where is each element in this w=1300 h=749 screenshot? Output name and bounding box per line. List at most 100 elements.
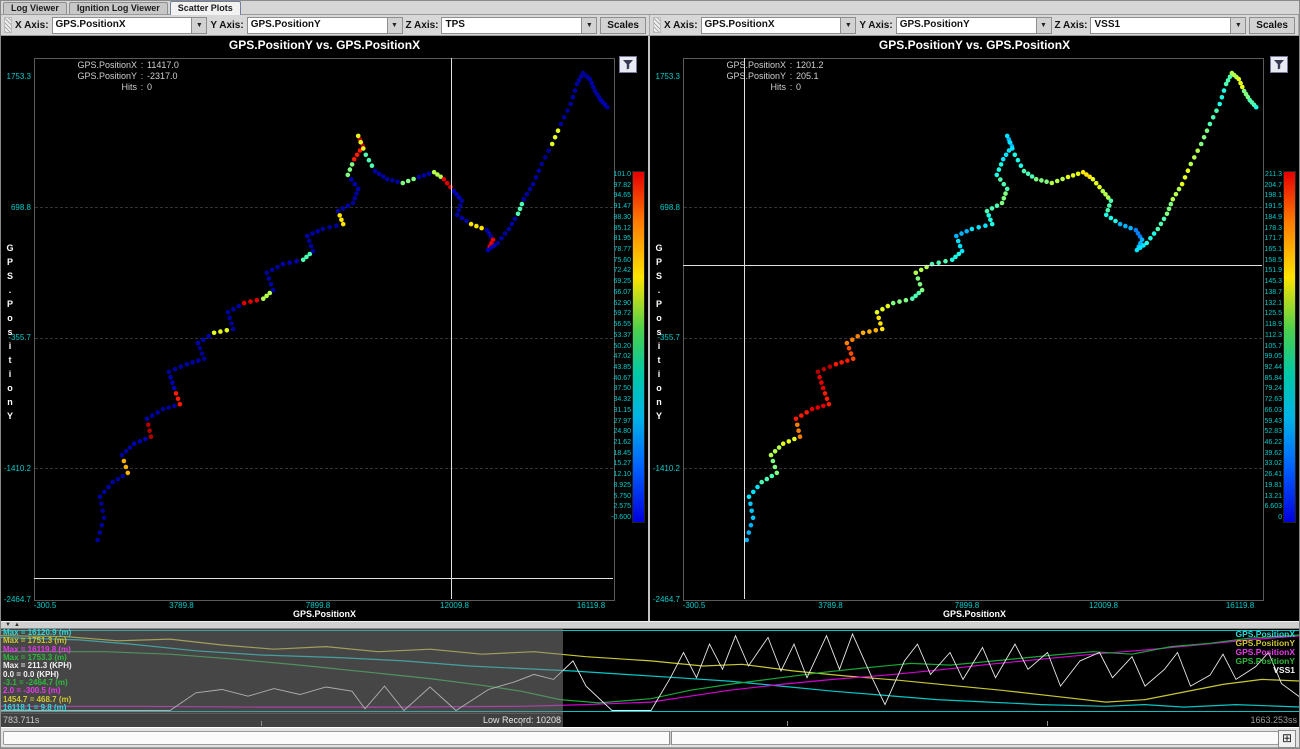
crosshair-vertical bbox=[744, 58, 745, 599]
toolbar-left-chart: X Axis: GPS.PositionX ▼ Y Axis: GPS.Posi… bbox=[1, 15, 650, 35]
scatter-chart-right[interactable]: GPS.PositionY vs. GPS.PositionX 1753.3 698… bbox=[650, 36, 1299, 621]
colorbar-tick-label: 158.5 bbox=[1264, 257, 1282, 265]
scatter-chart-left[interactable]: GPS.PositionY vs. GPS.PositionX1753.3698… bbox=[1, 36, 650, 621]
colorbar-tick-label: 165.1 bbox=[1264, 246, 1282, 254]
legend-value-line: 16118.1 = 9.8 (m) bbox=[3, 704, 72, 712]
funnel-icon bbox=[1273, 59, 1285, 70]
tab-ignition-log-viewer[interactable]: Ignition Log Viewer bbox=[69, 2, 168, 14]
tab-scatter-plots[interactable]: Scatter Plots bbox=[170, 1, 241, 15]
colorbar-tick-label: 105.7 bbox=[1264, 343, 1282, 351]
end-time-label: 1663.253ss bbox=[1250, 715, 1297, 725]
z-axis-select[interactable]: TPS ▼ bbox=[441, 17, 597, 34]
tab-bar: Log Viewer Ignition Log Viewer Scatter P… bbox=[1, 1, 1299, 15]
y-axis-select[interactable]: GPS.PositionY ▼ bbox=[247, 17, 403, 34]
colorbar-tick-label: 40.67 bbox=[613, 375, 631, 383]
chevron-down-icon[interactable]: ▼ bbox=[840, 18, 855, 33]
y-tick-label: -2464.7 bbox=[1, 595, 31, 604]
y-tick-label: 698.8 bbox=[650, 203, 680, 212]
colorbar-tick-label: 37.50 bbox=[613, 385, 631, 393]
scrollbar-thumb-edge[interactable] bbox=[669, 731, 672, 745]
horizontal-scrollbar[interactable] bbox=[3, 731, 1279, 745]
x-axis-value: GPS.PositionX bbox=[53, 18, 192, 33]
colorbar-tick-label: 15.27 bbox=[613, 460, 631, 468]
toolbar-grip-icon[interactable] bbox=[653, 17, 661, 33]
tab-log-viewer[interactable]: Log Viewer bbox=[3, 2, 67, 14]
expand-up-icon[interactable]: ▲ bbox=[14, 622, 20, 628]
toolbar-row: X Axis: GPS.PositionX ▼ Y Axis: GPS.Posi… bbox=[1, 15, 1299, 36]
crosshair-vertical bbox=[451, 58, 452, 599]
colorbar-tick-label: 46.22 bbox=[1264, 439, 1282, 447]
time-tick bbox=[787, 721, 788, 726]
colorbar-tick-label: 56.55 bbox=[613, 321, 631, 329]
toolbar-right-chart: X Axis: GPS.PositionX ▼ Y Axis: GPS.Posi… bbox=[650, 15, 1299, 35]
colorbar-tick-label: 31.15 bbox=[613, 407, 631, 415]
colorbar-tick-label: 79.24 bbox=[1264, 385, 1282, 393]
y-tick-label: -1410.2 bbox=[1, 464, 31, 473]
scales-button[interactable]: Scales bbox=[600, 17, 646, 34]
scrollbar-row: ⊞ bbox=[1, 727, 1299, 747]
x-axis-label: X Axis: bbox=[664, 20, 698, 31]
colorbar-tick-label: 85.84 bbox=[1264, 375, 1282, 383]
colorbar-tick-label: 33.02 bbox=[1264, 460, 1282, 468]
funnel-icon bbox=[622, 59, 634, 70]
chevron-down-icon[interactable]: ▼ bbox=[387, 18, 402, 33]
colorbar-tick-label: 85.12 bbox=[613, 225, 631, 233]
colorbar bbox=[632, 171, 645, 523]
y-axis-value: GPS.PositionY bbox=[248, 18, 387, 33]
collapse-down-icon[interactable]: ▼ bbox=[5, 622, 11, 628]
filter-button[interactable] bbox=[619, 56, 637, 73]
colorbar-tick-label: 34.32 bbox=[613, 396, 631, 404]
low-record-label: Low Record: 10208 bbox=[1, 715, 561, 725]
x-axis-value: GPS.PositionX bbox=[702, 18, 841, 33]
colorbar-tick-label: 62.90 bbox=[613, 300, 631, 308]
colorbar-tick-label: 125.5 bbox=[1264, 310, 1282, 318]
y-tick-label: 698.8 bbox=[1, 203, 31, 212]
colorbar-tick-label: 97.82 bbox=[613, 182, 631, 190]
log-strip-chart[interactable]: Max = 16120.9 (m)Max = 1751.3 (m)Max = 1… bbox=[1, 629, 1299, 713]
colorbar bbox=[1283, 171, 1296, 523]
colorbar-tick-label: 47.02 bbox=[613, 353, 631, 361]
colorbar-tick-label: 18.45 bbox=[613, 450, 631, 458]
colorbar-tick-label: 59.72 bbox=[613, 310, 631, 318]
z-axis-value: VSS1 bbox=[1091, 18, 1230, 33]
colorbar-tick-label: 39.62 bbox=[1264, 450, 1282, 458]
colorbar-tick-label: 184.9 bbox=[1264, 214, 1282, 222]
toolbar-grip-icon[interactable] bbox=[4, 17, 12, 33]
colorbar-tick-label: 145.3 bbox=[1264, 278, 1282, 286]
colorbar-tick-label: 72.42 bbox=[613, 267, 631, 275]
colorbar-tick-label: 52.83 bbox=[1264, 428, 1282, 436]
y-tick-label: -2464.7 bbox=[650, 595, 680, 604]
chevron-down-icon[interactable]: ▼ bbox=[191, 18, 206, 33]
time-tick bbox=[1047, 721, 1048, 726]
scales-button[interactable]: Scales bbox=[1249, 17, 1295, 34]
y-axis-value: GPS.PositionY bbox=[897, 18, 1036, 33]
colorbar-tick-label: 21.62 bbox=[613, 439, 631, 447]
colorbar-tick-label: 91.47 bbox=[613, 203, 631, 211]
grid-view-button[interactable]: ⊞ bbox=[1278, 730, 1296, 748]
colorbar-tick-label: 151.9 bbox=[1264, 267, 1282, 275]
colorbar-tick-label: 27.97 bbox=[613, 418, 631, 426]
y-tick-label: 1753.3 bbox=[650, 72, 680, 81]
colorbar-tick-label: 94.65 bbox=[613, 192, 631, 200]
y-axis-select[interactable]: GPS.PositionY ▼ bbox=[896, 17, 1052, 34]
strip-legend-series: GPS.PositionXGPS.PositionYGPS.PositionXG… bbox=[1235, 630, 1295, 675]
z-axis-select[interactable]: VSS1 ▼ bbox=[1090, 17, 1246, 34]
chevron-down-icon[interactable]: ▼ bbox=[1036, 18, 1051, 33]
horizontal-splitter[interactable]: ▼ ▲ bbox=[1, 621, 1299, 629]
colorbar-tick-label: 171.7 bbox=[1264, 235, 1282, 243]
colorbar-tick-label: 66.03 bbox=[1264, 407, 1282, 415]
x-axis-select[interactable]: GPS.PositionX ▼ bbox=[701, 17, 857, 34]
x-axis-select[interactable]: GPS.PositionX ▼ bbox=[52, 17, 208, 34]
colorbar-tick-label: 92.44 bbox=[1264, 364, 1282, 372]
colorbar-tick-label: 118.9 bbox=[1265, 321, 1282, 329]
app-window: Log Viewer Ignition Log Viewer Scatter P… bbox=[0, 0, 1300, 749]
colorbar-tick-label: 50.20 bbox=[613, 343, 631, 351]
chart-title: GPS.PositionY vs. GPS.PositionX bbox=[650, 38, 1299, 52]
colorbar-tick-label: 12.10 bbox=[613, 471, 631, 479]
strip-legend-values: Max = 16120.9 (m)Max = 1751.3 (m)Max = 1… bbox=[3, 629, 72, 712]
chevron-down-icon[interactable]: ▼ bbox=[581, 18, 596, 33]
chevron-down-icon[interactable]: ▼ bbox=[1230, 18, 1245, 33]
filter-button[interactable] bbox=[1270, 56, 1288, 73]
colorbar-tick-label: 8.925 bbox=[613, 482, 631, 490]
colorbar-tick-label: -0.600 bbox=[611, 514, 631, 522]
